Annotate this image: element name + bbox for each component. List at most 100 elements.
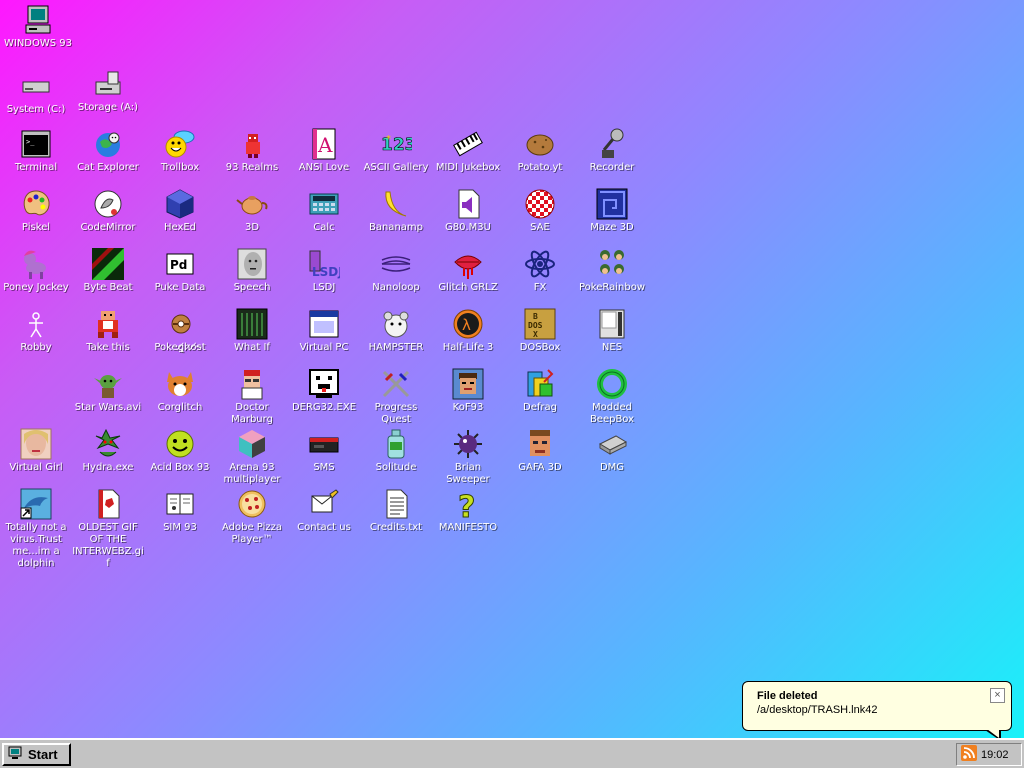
system-c-label: System (C:)	[6, 104, 66, 115]
brian-sweeper-label: Brian Sweeper	[446, 462, 490, 485]
brian-sweeper-shortcut[interactable]: Brian Sweeper	[432, 428, 504, 486]
codemirror-shortcut[interactable]: CodeMirror	[72, 188, 144, 234]
pokeghost-label: Pokeg̸̢h̷o̸s̴t	[154, 342, 206, 353]
rss-icon[interactable]	[961, 745, 977, 764]
cat-explorer-shortcut[interactable]: Cat Explorer	[72, 128, 144, 174]
ascii-gallery-shortcut[interactable]: 123 * ASCII Gallery	[360, 128, 432, 174]
ansi-love-shortcut[interactable]: A ANSI Love	[288, 128, 360, 174]
potato-shortcut[interactable]: Potato.yt	[504, 128, 576, 174]
start-button[interactable]: Start	[2, 743, 71, 766]
glitch-grlz-label: Glitch GRLZ	[438, 282, 498, 293]
sim93-shortcut[interactable]: SIM 93	[144, 488, 216, 534]
hydra-shortcut[interactable]: Hydra.exe	[72, 428, 144, 474]
take-this-shortcut[interactable]: Take this	[72, 308, 144, 354]
letter-icon	[308, 488, 340, 520]
g80-shortcut[interactable]: G80.M3U	[432, 188, 504, 234]
hexed-shortcut[interactable]: HexEd	[144, 188, 216, 234]
kof93-shortcut[interactable]: KoF93	[432, 368, 504, 414]
storage-a-drive[interactable]: Storage (A:)	[72, 68, 144, 114]
byte-beat-shortcut[interactable]: Byte Beat	[72, 248, 144, 294]
doctor-marburg-shortcut[interactable]: Doctor Marburg	[216, 368, 288, 426]
contact-us-shortcut[interactable]: Contact us	[288, 488, 360, 534]
notification-balloon[interactable]: File deleted /a/desktop/TRASH.lnk42 ×	[742, 681, 1012, 731]
dolphin-shortcut[interactable]: Totally not a virus.Trust me...im a dolp…	[0, 488, 72, 570]
nes-shortcut[interactable]: NES	[576, 308, 648, 354]
half-life-3-shortcut[interactable]: λ Half-Life 3	[432, 308, 504, 354]
derg32-shortcut[interactable]: DERG32.EXE	[288, 368, 360, 414]
clock[interactable]: 19:02	[981, 749, 1009, 761]
arena-93-shortcut[interactable]: Arena 93 multiplayer	[216, 428, 288, 486]
star-wars-shortcut[interactable]: Star Wars.avi	[72, 368, 144, 414]
potato-icon	[524, 128, 556, 160]
fx-shortcut[interactable]: FX	[504, 248, 576, 294]
terminal-shortcut[interactable]: >_ Terminal	[0, 128, 72, 174]
3d-shortcut[interactable]: 3D	[216, 188, 288, 234]
dmg-shortcut[interactable]: DMG	[576, 428, 648, 474]
defrag-shortcut[interactable]: Defrag	[504, 368, 576, 414]
virtual-pc-shortcut[interactable]: Virtual PC	[288, 308, 360, 354]
teapot-icon	[236, 188, 268, 220]
sae-label: SAE	[530, 222, 550, 233]
adobe-pizza-shortcut[interactable]: Adobe Pizza Player™	[216, 488, 288, 546]
ascii-gallery-label: ASCII Gallery	[363, 162, 429, 173]
pokerainbow-shortcut[interactable]: PokeRainbow	[576, 248, 648, 294]
oldest-gif-shortcut[interactable]: OLDEST GIF OF THE INTERWEBZ.gif	[72, 488, 144, 570]
calc-shortcut[interactable]: Calc	[288, 188, 360, 234]
desktop[interactable]: WINDOWS 93 System (C:) Storage (A:) >_ T…	[0, 0, 1024, 738]
pokeghost-shortcut[interactable]: Pokeg̸̢h̷o̸s̴t	[144, 308, 216, 354]
virtual-girl-shortcut[interactable]: Virtual Girl	[0, 428, 72, 474]
manifesto-shortcut[interactable]: ? MANIFESTO	[432, 488, 504, 534]
pd-icon: Pd	[164, 248, 196, 280]
numbers-icon: 123 *	[380, 128, 412, 160]
byte-beat-label: Byte Beat	[83, 282, 133, 293]
modded-beepbox-shortcut[interactable]: Modded BeepBox	[576, 368, 648, 426]
robby-shortcut[interactable]: Robby	[0, 308, 72, 354]
ansi-love-label: ANSI Love	[298, 162, 350, 173]
bananamp-shortcut[interactable]: Bananamp	[360, 188, 432, 234]
gafa3d-shortcut[interactable]: GAFA 3D	[504, 428, 576, 474]
g80-label: G80.M3U	[445, 222, 491, 233]
93-realms-shortcut[interactable]: 93 Realms	[216, 128, 288, 174]
dolphin-icon	[20, 488, 52, 520]
arena-cube-icon	[236, 428, 268, 460]
puke-data-shortcut[interactable]: Pd Puke Data	[144, 248, 216, 294]
windows93-label: WINDOWS 93	[3, 38, 73, 49]
hamster-icon	[380, 308, 412, 340]
sae-shortcut[interactable]: SAE	[504, 188, 576, 234]
doctor-icon	[236, 368, 268, 400]
recorder-shortcut[interactable]: Recorder	[576, 128, 648, 174]
atom-icon	[524, 248, 556, 280]
windows93-shortcut[interactable]: WINDOWS 93	[2, 4, 74, 50]
what-if-label: What If	[234, 342, 270, 353]
nanoloop-shortcut[interactable]: Nanoloop	[360, 248, 432, 294]
svg-text:X: X	[533, 330, 538, 339]
fighter-icon	[452, 368, 484, 400]
what-if-shortcut[interactable]: What If	[216, 308, 288, 354]
lsdj-shortcut[interactable]: LSDJ LSDJ	[288, 248, 360, 294]
trollbox-shortcut[interactable]: Trollbox	[144, 128, 216, 174]
close-icon[interactable]: ×	[990, 688, 1005, 703]
maze3d-shortcut[interactable]: Maze 3D	[576, 188, 648, 234]
piskel-shortcut[interactable]: Piskel	[0, 188, 72, 234]
acid-box-shortcut[interactable]: Acid Box 93	[144, 428, 216, 474]
corglitch-shortcut[interactable]: Corglitch	[144, 368, 216, 414]
progress-quest-shortcut[interactable]: Progress Quest	[360, 368, 432, 426]
poney-jockey-shortcut[interactable]: Poney Jockey	[0, 248, 72, 294]
dosbox-shortcut[interactable]: B DOS X DOSBox	[504, 308, 576, 354]
glitch-grlz-shortcut[interactable]: Glitch GRLZ	[432, 248, 504, 294]
speech-shortcut[interactable]: Speech	[216, 248, 288, 294]
text-file-icon	[380, 488, 412, 520]
sms-shortcut[interactable]: SMS	[288, 428, 360, 474]
maze-icon	[596, 188, 628, 220]
hampster-shortcut[interactable]: HAMPSTER	[360, 308, 432, 354]
corgi-icon	[164, 368, 196, 400]
computer-icon	[22, 4, 54, 36]
nes-label: NES	[601, 342, 623, 353]
svg-text:λ: λ	[462, 316, 471, 334]
credits-shortcut[interactable]: Credits.txt	[360, 488, 432, 534]
midi-jukebox-shortcut[interactable]: MIDI Jukebox	[432, 128, 504, 174]
lsdj-icon: LSDJ	[308, 248, 340, 280]
solitude-shortcut[interactable]: Solitude	[360, 428, 432, 474]
solitude-label: Solitude	[375, 462, 417, 473]
system-c-drive[interactable]: System (C:)	[0, 70, 72, 116]
